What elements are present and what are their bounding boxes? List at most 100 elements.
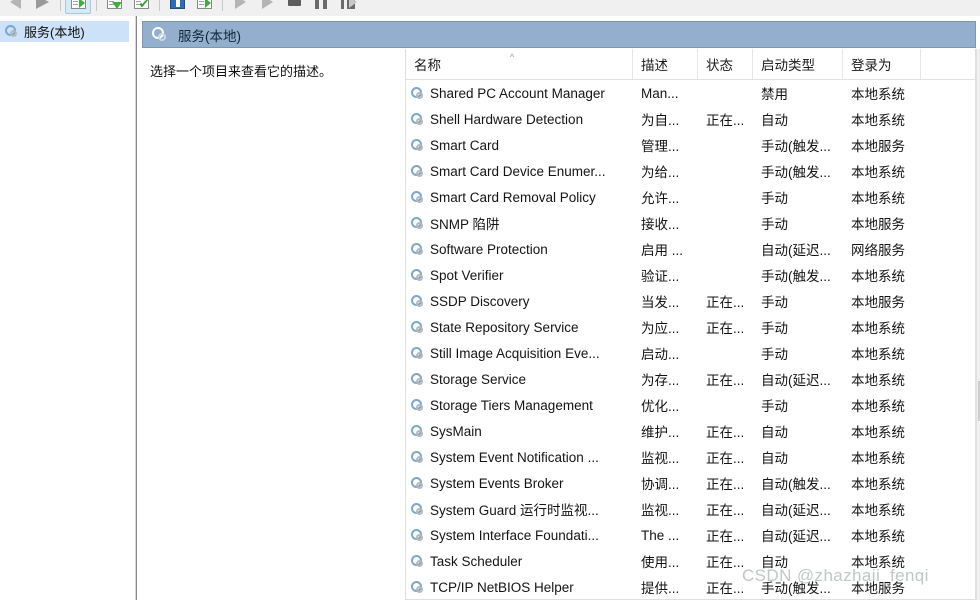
cell-startup: 禁用 bbox=[761, 87, 788, 102]
table-row[interactable]: SysMain 维护... 正在... 自动 本地系统 bbox=[406, 418, 975, 444]
cell-name: TCP/IP NetBIOS Helper bbox=[406, 580, 633, 595]
cell-description: 启用 ... bbox=[641, 243, 684, 258]
service-gear-icon bbox=[410, 164, 425, 179]
cell-description: 验证... bbox=[641, 269, 680, 284]
service-name-label: SysMain bbox=[430, 423, 482, 439]
table-row[interactable]: System Interface Foundati... The ... 正在...… bbox=[406, 522, 975, 548]
description-placeholder-text: 选择一个项目来查看它的描述。 bbox=[150, 64, 333, 79]
column-header-status[interactable]: 状态 bbox=[698, 49, 753, 79]
services-gear-icon bbox=[4, 24, 19, 39]
properties-icon[interactable] bbox=[164, 0, 190, 14]
table-row[interactable]: System Guard 运行时监视... 监视... 正在... 自动(延迟... 本… bbox=[406, 496, 975, 522]
service-gear-icon bbox=[410, 86, 425, 101]
cell-logon: 本地系统 bbox=[851, 425, 905, 440]
stop-service-icon[interactable] bbox=[281, 0, 307, 14]
cell-name: Spot Verifier bbox=[406, 268, 633, 283]
cell-description: Man... bbox=[641, 85, 679, 101]
column-header-label: 登录为 bbox=[851, 58, 892, 73]
cell-description: 启动... bbox=[641, 347, 680, 362]
cell-logon: 本地系统 bbox=[851, 529, 905, 544]
table-row[interactable]: Task Scheduler 使用... 正在... 自动 本地系统 bbox=[406, 548, 975, 574]
cell-description: 为自... bbox=[641, 113, 680, 128]
forward-icon[interactable] bbox=[29, 0, 55, 14]
table-row[interactable]: Storage Service 为存... 正在... 自动(延迟... 本地系统 bbox=[406, 366, 975, 392]
cell-startup: 手动 bbox=[761, 399, 788, 414]
service-name-label: Spot Verifier bbox=[430, 267, 504, 283]
cell-description: 管理... bbox=[641, 139, 680, 154]
cell-logon: 本地系统 bbox=[851, 191, 905, 206]
cell-startup: 手动 bbox=[761, 321, 788, 336]
column-header-logon[interactable]: 登录为 bbox=[843, 49, 921, 79]
table-row[interactable]: Smart Card Device Enumer... 为给... 手动(触发...… bbox=[406, 158, 975, 184]
service-name-label: Still Image Acquisition Eve... bbox=[430, 345, 600, 361]
help-icon[interactable] bbox=[191, 0, 217, 14]
service-gear-icon bbox=[410, 398, 425, 413]
cell-logon: 本地服务 bbox=[851, 581, 905, 596]
pause-service-icon[interactable] bbox=[308, 0, 334, 14]
cell-logon: 本地系统 bbox=[851, 555, 905, 570]
cell-status: 正在... bbox=[706, 113, 745, 128]
table-row[interactable]: TCP/IP NetBIOS Helper 提供... 正在... 手动(触发... 本… bbox=[406, 574, 975, 599]
service-gear-icon bbox=[410, 242, 425, 257]
table-row[interactable]: System Event Notification ... 监视... 正在... 自… bbox=[406, 444, 975, 470]
service-gear-icon bbox=[410, 528, 425, 543]
list-vertical-scrollbar[interactable]: ⌃ ⌄ bbox=[976, 49, 980, 600]
table-row[interactable]: SNMP 陷阱 接收... 手动 本地服务 bbox=[406, 210, 975, 236]
table-row[interactable]: Shared PC Account Manager Man... 禁用 本地系统 bbox=[406, 80, 975, 106]
cell-status: 正在... bbox=[706, 581, 745, 596]
table-row[interactable]: Smart Card Removal Policy 允许... 手动 本地系统 bbox=[406, 184, 975, 210]
column-header-description[interactable]: 描述 bbox=[633, 49, 698, 79]
show-hide-console-tree-icon[interactable] bbox=[65, 0, 91, 14]
cell-name: System Events Broker bbox=[406, 476, 633, 491]
column-header-name[interactable]: 名称 ^ bbox=[406, 49, 633, 79]
cell-name: Storage Tiers Management bbox=[406, 398, 633, 413]
back-icon[interactable] bbox=[2, 0, 28, 14]
cell-logon: 本地服务 bbox=[851, 295, 905, 310]
table-row[interactable]: State Repository Service 为应... 正在... 手动 本地系统 bbox=[406, 314, 975, 340]
cell-startup: 自动(延迟... bbox=[761, 529, 831, 544]
service-name-label: Smart Card Removal Policy bbox=[430, 189, 596, 205]
table-row[interactable]: Shell Hardware Detection 为自... 正在... 自动 本地系统 bbox=[406, 106, 975, 132]
toolbar-separator bbox=[96, 0, 97, 11]
table-row[interactable]: System Events Broker 协调... 正在... 自动(触发... 本地… bbox=[406, 470, 975, 496]
start-service-icon[interactable] bbox=[227, 0, 253, 14]
table-row[interactable]: Software Protection 启用 ... 自动(延迟... 网络服务 bbox=[406, 236, 975, 262]
cell-startup: 手动(触发... bbox=[761, 139, 831, 154]
cell-name: Smart Card Device Enumer... bbox=[406, 164, 633, 179]
cell-description: 维护... bbox=[641, 425, 680, 440]
play-icon[interactable] bbox=[254, 0, 280, 14]
table-row[interactable]: Still Image Acquisition Eve... 启动... 手动 本地系… bbox=[406, 340, 975, 366]
cell-logon: 本地系统 bbox=[851, 399, 905, 414]
cell-status: 正在... bbox=[706, 425, 745, 440]
table-row[interactable]: SSDP Discovery 当发... 正在... 手动 本地服务 bbox=[406, 288, 975, 314]
service-gear-icon bbox=[410, 138, 425, 153]
cell-name: System Event Notification ... bbox=[406, 450, 633, 465]
cell-status: 正在... bbox=[706, 295, 745, 310]
cell-name: SysMain bbox=[406, 424, 633, 439]
cell-startup: 自动 bbox=[761, 555, 788, 570]
sidebar-item-services-local[interactable]: 服务(本地) bbox=[0, 21, 129, 42]
cell-name: System Guard 运行时监视... bbox=[406, 499, 633, 519]
cell-logon: 本地系统 bbox=[851, 347, 905, 362]
column-header-label: 描述 bbox=[641, 58, 668, 73]
console-tree-pane: 服务(本地) bbox=[0, 16, 136, 600]
cell-name: SSDP Discovery bbox=[406, 294, 633, 309]
table-row[interactable]: Spot Verifier 验证... 手动(触发... 本地系统 bbox=[406, 262, 975, 288]
export-list-icon[interactable] bbox=[101, 0, 127, 14]
table-row[interactable]: Smart Card 管理... 手动(触发... 本地服务 bbox=[406, 132, 975, 158]
service-name-label: SSDP Discovery bbox=[430, 293, 530, 309]
service-gear-icon bbox=[410, 450, 425, 465]
column-header-label: 状态 bbox=[706, 58, 733, 73]
cell-description: 监视... bbox=[641, 451, 680, 466]
service-name-label: System Event Notification ... bbox=[430, 449, 599, 465]
column-header-spacer[interactable] bbox=[921, 49, 975, 79]
column-header-startup[interactable]: 启动类型 bbox=[753, 49, 843, 79]
table-row[interactable]: Storage Tiers Management 优化... 手动 本地系统 bbox=[406, 392, 975, 418]
refresh-icon[interactable]: ✔ bbox=[128, 0, 154, 14]
cell-logon: 本地服务 bbox=[851, 139, 905, 154]
cell-startup: 手动 bbox=[761, 347, 788, 362]
cell-startup: 自动(触发... bbox=[761, 477, 831, 492]
services-list-view[interactable]: 名称 ^ 描述 状态 启动类型 登录为 Shared PC Account Manager… bbox=[405, 49, 976, 600]
list-header-row: 名称 ^ 描述 状态 启动类型 登录为 bbox=[406, 49, 975, 80]
restart-service-icon[interactable] bbox=[335, 0, 361, 14]
